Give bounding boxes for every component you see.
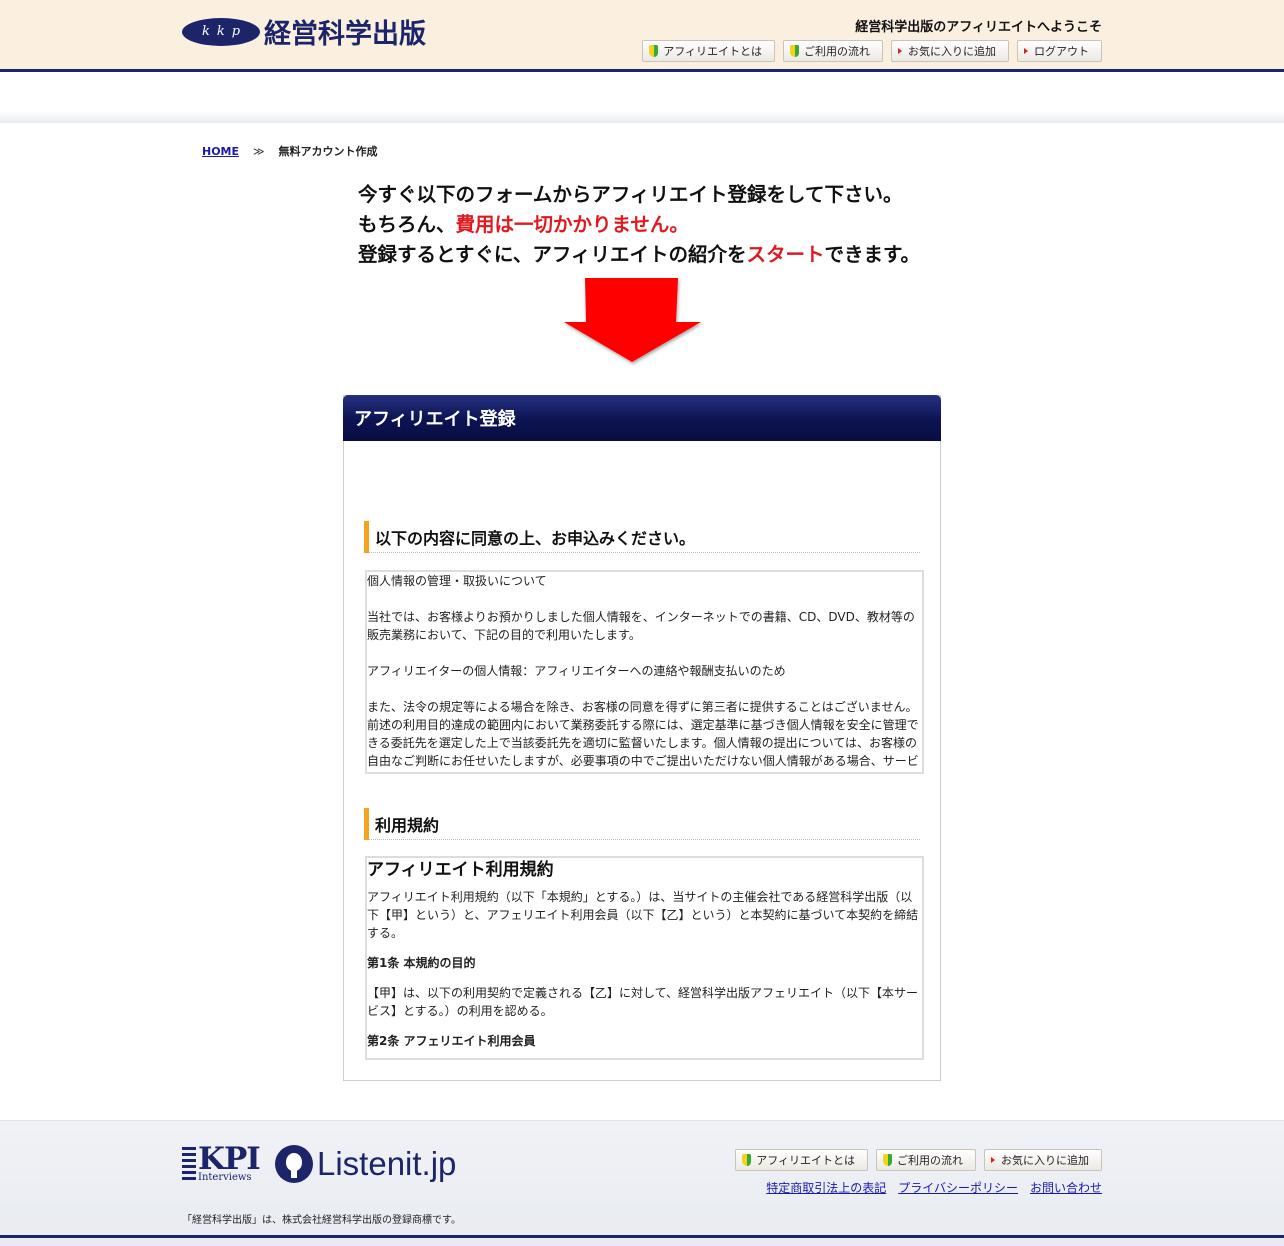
contact-link[interactable]: お問い合わせ [1030, 1179, 1102, 1196]
panel-header: アフィリエイト登録 [343, 395, 941, 441]
section-heading-text: 以下の内容に同意の上、お申込みください。 [375, 528, 696, 548]
header-band [0, 75, 1284, 123]
header-nav: アフィリエイトとは ご利用の流れ お気に入りに追加 ログアウト [642, 40, 1102, 62]
logo-letter: k [216, 24, 225, 39]
footer-nav-about-affiliate-button[interactable]: アフィリエイトとは [735, 1149, 868, 1171]
welcome-text: 経営科学出版のアフィリエイトへようこそ [855, 20, 1102, 35]
terms-article-heading: 第2条 アフェリエイト利用会員 [367, 1034, 536, 1048]
terms-text: アフィリエイト利用規約（以下「本規約」とする。）は、当サイトの主催会社である経営… [367, 890, 919, 940]
kpi-bars-icon [182, 1147, 196, 1180]
privacy-text: 当社では、お客様よりお預かりしました個人情報を、インターネットでの書籍、CD、D… [367, 610, 915, 642]
footer-links: 特定商取引法上の表記 プライバシーポリシー お問い合わせ [766, 1179, 1102, 1196]
privacy-policy-scrollbox[interactable]: 個人情報の管理・取扱いについて 当社では、お客様よりお預かりしました個人情報を、… [365, 570, 924, 774]
terms-article-heading: 第1条 本規約の目的 [367, 956, 476, 970]
footer-nav-add-favorite-button[interactable]: お気に入りに追加 [984, 1149, 1102, 1171]
kpi-logo-text: KPI Interviews [198, 1141, 261, 1183]
intro-line-2: もちろん、費用は一切かかりません。 [358, 210, 920, 240]
intro-highlight: 費用は一切かかりません。 [455, 213, 689, 236]
terms-section-heading: 利用規約 [364, 807, 920, 840]
listenit-logo[interactable]: Listenit.jp [275, 1145, 456, 1183]
intro-message: 今すぐ以下のフォームからアフィリエイト登録をして下さい。 もちろん、費用は一切か… [358, 180, 920, 270]
beginner-mark-icon [649, 45, 659, 57]
site-logo[interactable]: k k p 経営科学出版 [182, 12, 426, 51]
nav-label: アフィリエイトとは [663, 45, 762, 58]
logo-text: 経営科学出版 [264, 19, 426, 50]
intro-highlight: スタート [746, 243, 825, 266]
section-heading-text: 利用規約 [375, 815, 440, 835]
terms-of-service-scrollbox[interactable]: アフィリエイト利用規約 アフィリエイト利用規約（以下「本規約」とする。）は、当サ… [365, 856, 924, 1060]
nav-usage-flow-button[interactable]: ご利用の流れ [783, 40, 883, 62]
terms-text: 【甲】は、以下の利用契約で定義される【乙】に対して、経営科学出版アフェリエイト（… [367, 986, 919, 1018]
beginner-mark-icon [790, 45, 799, 57]
terms-title: アフィリエイト利用規約 [367, 860, 554, 880]
privacy-text: また、法令の規定等による場合を除き、お客様の同意を得ずに第三者に提供することはご… [367, 700, 919, 768]
intro-text: 登録するとすぐに、アフィリエイトの紹介を [358, 243, 747, 266]
nav-label: お気に入りに追加 [908, 45, 996, 58]
kpi-logo-small: Interviews [198, 1172, 252, 1183]
intro-text: もちろん、 [358, 213, 456, 236]
agreement-section-heading: 以下の内容に同意の上、お申込みください。 [364, 520, 920, 553]
nav-label: ご利用の流れ [897, 1154, 963, 1167]
down-arrow-icon [564, 278, 701, 362]
logo-letter: k [201, 24, 210, 39]
copyright-text: 「経営科学出版」は、株式会社経営科学出版の登録商標です。 [182, 1215, 461, 1226]
beginner-mark-icon [742, 1154, 752, 1166]
site-footer: KPI Interviews Listenit.jp アフィリエイトとは ご利用… [0, 1120, 1284, 1246]
breadcrumb-home-link[interactable]: HOME [202, 145, 239, 158]
breadcrumb-separator: ≫ [253, 144, 265, 158]
affiliate-registration-panel: アフィリエイト登録 以下の内容に同意の上、お申込みください。 個人情報の管理・取… [343, 395, 941, 1081]
nav-label: ご利用の流れ [804, 45, 870, 58]
intro-line-1: 今すぐ以下のフォームからアフィリエイト登録をして下さい。 [358, 183, 903, 206]
nav-label: アフィリエイトとは [756, 1154, 855, 1167]
section-bar [364, 520, 369, 553]
nav-label: お気に入りに追加 [1001, 1154, 1089, 1167]
site-header: k k p 経営科学出版 経営科学出版のアフィリエイトへようこそ アフィリエイト… [0, 0, 1284, 72]
nav-add-favorite-button[interactable]: お気に入りに追加 [891, 40, 1009, 62]
red-triangle-icon [1024, 48, 1028, 54]
kpi-logo-big: KPI [198, 1141, 261, 1177]
nav-about-affiliate-button[interactable]: アフィリエイトとは [642, 40, 775, 62]
red-triangle-icon [991, 1157, 995, 1163]
footer-bottom-line [0, 1235, 1284, 1238]
red-triangle-icon [898, 48, 902, 54]
logo-letter: p [231, 24, 241, 39]
intro-text: できます。 [824, 243, 921, 266]
section-bar [364, 807, 369, 840]
footer-nav: アフィリエイトとは ご利用の流れ お気に入りに追加 [735, 1149, 1102, 1171]
nav-logout-button[interactable]: ログアウト [1017, 40, 1102, 62]
kpi-interviews-logo[interactable]: KPI Interviews [182, 1141, 261, 1183]
privacy-text: アフィリエイターの個人情報：アフィリエイターへの連絡や報酬支払いのため [367, 664, 786, 678]
commercial-law-link[interactable]: 特定商取引法上の表記 [766, 1179, 886, 1196]
footer-nav-usage-flow-button[interactable]: ご利用の流れ [876, 1149, 976, 1171]
kkp-logo-mark: k k p [182, 17, 260, 46]
breadcrumb: HOME ≫ 無料アカウント作成 [202, 143, 378, 159]
breadcrumb-current: 無料アカウント作成 [278, 145, 378, 158]
privacy-text: 個人情報の管理・取扱いについて [367, 574, 547, 588]
privacy-policy-link[interactable]: プライバシーポリシー [898, 1179, 1018, 1196]
intro-line-3: 登録するとすぐに、アフィリエイトの紹介をスタートできます。 [358, 240, 920, 270]
nav-label: ログアウト [1034, 45, 1089, 58]
listenit-logo-text: Listenit.jp [317, 1145, 457, 1182]
beginner-mark-icon [883, 1154, 892, 1166]
listenit-mark-icon [275, 1145, 313, 1183]
panel-title: アフィリエイト登録 [354, 409, 516, 430]
